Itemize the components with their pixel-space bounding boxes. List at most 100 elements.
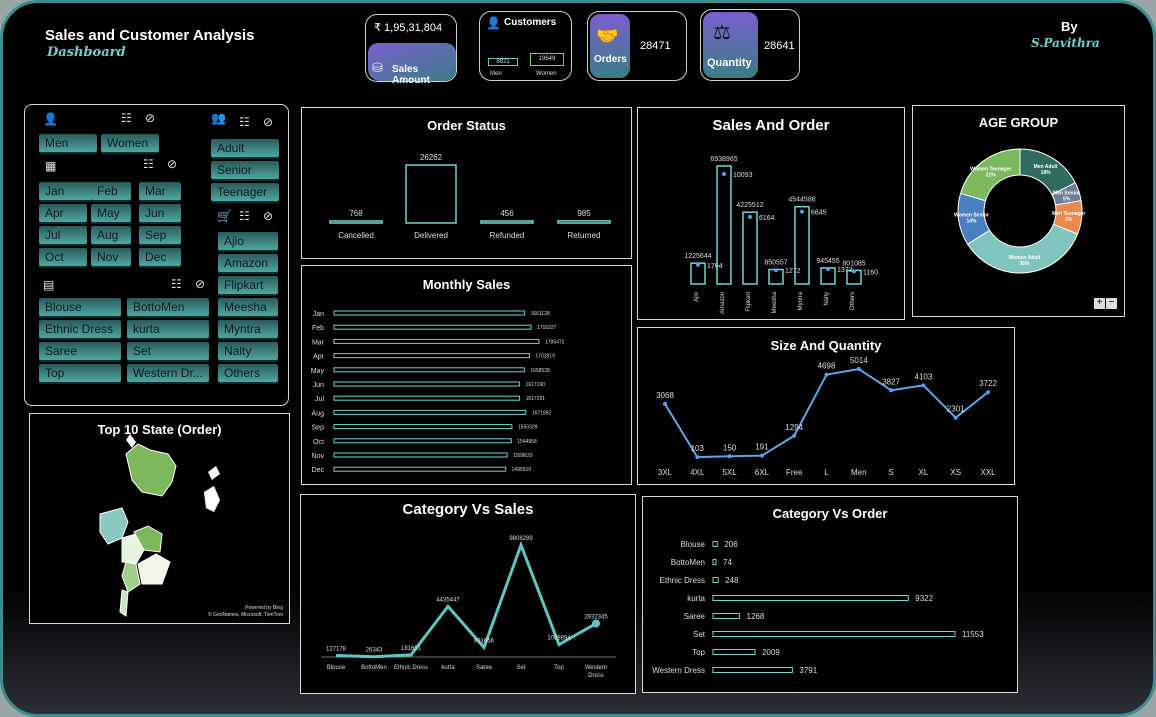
multi-select-icon[interactable]: ☷	[171, 277, 182, 291]
multi-select-icon[interactable]: ☷	[239, 209, 250, 223]
category-order-chart[interactable]: Blouse 206 BottoMen 74 Ethnic Dress 248 kurta 9…	[643, 497, 1019, 694]
monthly-sales-month: Dec	[312, 467, 325, 474]
slicer-channel-flipkart[interactable]: Flipkart	[218, 276, 278, 294]
sales-order-category: Ajio	[694, 291, 700, 302]
order-status-value: 456	[500, 209, 514, 218]
slicer-month-dec[interactable]: Dec	[139, 248, 181, 266]
zoom-out-button[interactable]: −	[1106, 298, 1117, 309]
slicer-category-bottomen[interactable]: BottoMen	[127, 298, 209, 316]
slicer-month-may[interactable]: May	[91, 204, 131, 222]
slicer-channel-nalty[interactable]: Nalty	[218, 342, 278, 360]
sales-order-marker	[748, 214, 752, 219]
category-sales-chart[interactable]: 127178 Blouse 26343 BottoMen 181651 Ethnic Dr…	[301, 495, 637, 695]
category-sales-value: 26343	[366, 648, 383, 654]
multi-select-icon[interactable]: ☷	[239, 115, 250, 129]
slicer-channel-meesha[interactable]: Meesha	[218, 298, 278, 316]
map-credit-bing: Powered by Bing	[245, 605, 283, 611]
slicer-month-feb[interactable]: Feb	[91, 182, 131, 200]
slicer-month-nov[interactable]: Nov	[91, 248, 131, 266]
multi-select-icon[interactable]: ☷	[121, 111, 132, 125]
slicer-month-apr[interactable]: Apr	[39, 204, 87, 222]
monthly-sales-bar	[333, 310, 526, 316]
slicer-channel-ajio[interactable]: Ajio	[218, 232, 278, 250]
customers-card: 👤 Customers 8821 19649 Men Women	[479, 11, 572, 81]
category-order-value: 2009	[762, 648, 780, 657]
sales-order-marker	[800, 209, 804, 214]
clear-filter-icon[interactable]: ⊘	[167, 157, 177, 171]
slicer-channel-amazon[interactable]: Amazon	[218, 254, 278, 272]
slicer-category-top[interactable]: Top	[39, 364, 121, 382]
sales-order-category: Amazon	[720, 292, 726, 314]
slicer-category-ethnic-dress[interactable]: Ethnic Dress	[39, 320, 121, 338]
slicer-month-sep[interactable]: Sep	[139, 226, 181, 244]
group-icon: 👥	[211, 111, 226, 125]
monthly-sales-month: Nov	[312, 453, 325, 460]
slicer-gender-women[interactable]: Women	[101, 134, 159, 152]
sales-amount-label: Sales Amount	[392, 64, 430, 86]
customers-label: Customers	[504, 17, 557, 28]
customers-women-bar: 19649	[530, 53, 564, 66]
slicer-month-aug[interactable]: Aug	[91, 226, 131, 244]
age-group-chart[interactable]: Men Adult18%Men Senior5%Men Teenager9%Wo…	[913, 106, 1126, 318]
quantity-label: Quantity	[707, 57, 752, 69]
order-status-chart[interactable]: 768 Cancelled 26262 Delivered 456 Refunded 985…	[302, 108, 633, 260]
sales-order-order-value: 1764	[707, 263, 723, 270]
slicer-age-adult[interactable]: Adult	[211, 139, 279, 157]
multi-select-icon[interactable]: ☷	[143, 157, 154, 171]
category-order-bar	[712, 577, 719, 583]
slicer-channel-myntra[interactable]: Myntra	[218, 320, 278, 338]
sales-order-panel: Sales And Order 1225644 1764 Ajio 6938965 10…	[637, 107, 905, 320]
state-map[interactable]	[30, 414, 291, 625]
slicer-month-jun[interactable]: Jun	[139, 204, 181, 222]
order-status-category: Cancelled	[338, 231, 374, 240]
sales-order-sales-value: 6938965	[710, 156, 737, 163]
page-title: Sales and Customer Analysis	[45, 27, 255, 44]
size-quantity-marker	[792, 433, 797, 438]
monthly-sales-value: 1544958	[517, 439, 537, 445]
money-bag-icon: ⛁	[372, 60, 383, 75]
clear-filter-icon[interactable]: ⊘	[195, 277, 205, 291]
sales-order-marker	[826, 267, 830, 272]
slicer-category-western-dress[interactable]: Western Dr...	[127, 364, 209, 382]
category-order-value: 11553	[962, 630, 984, 639]
category-order-value: 3791	[799, 666, 817, 675]
customers-men-bar: 8821	[488, 58, 518, 66]
category-order-value: 206	[724, 540, 738, 549]
users-icon: 👤	[486, 16, 501, 30]
clear-filter-icon[interactable]: ⊘	[263, 115, 273, 129]
size-quantity-value: 191	[755, 443, 769, 452]
monthly-sales-month: Feb	[312, 325, 324, 332]
zoom-in-button[interactable]: +	[1094, 298, 1105, 309]
slicer-month-oct[interactable]: Oct	[39, 248, 87, 266]
slicer-month-mar[interactable]: Mar	[139, 182, 181, 200]
category-order-label: Western Dress	[652, 666, 705, 675]
sales-order-sales-value: 4544586	[788, 197, 815, 204]
slicer-month-jul[interactable]: Jul	[39, 226, 87, 244]
size-quantity-marker	[856, 367, 861, 371]
category-order-value: 1268	[747, 612, 765, 621]
size-quantity-size: L	[824, 468, 829, 477]
slicer-category-saree[interactable]: Saree	[39, 342, 121, 360]
slicer-month-jan[interactable]: Jan	[39, 182, 97, 200]
order-status-bar	[557, 220, 611, 224]
category-order-bar	[712, 559, 717, 565]
slicer-age-teenager[interactable]: Teenager	[211, 183, 279, 201]
slicer-age-senior[interactable]: Senior	[211, 161, 279, 179]
age-group-percent: 14%	[966, 219, 977, 225]
slicer-category-kurta[interactable]: kurta	[127, 320, 209, 338]
slicer-channel-others[interactable]: Others	[218, 364, 278, 382]
sales-order-category: Myntra	[798, 291, 804, 310]
sales-order-order-value: 1160	[863, 269, 878, 276]
monthly-sales-chart[interactable]: Jan 1661128 Feb 1716327 Mar 1786472 Apr 1702819…	[302, 266, 633, 486]
sales-order-chart[interactable]: 1225644 1764 Ajio 6938965 10093 Amazon 4225512…	[638, 108, 906, 321]
slicer-category-set[interactable]: Set	[127, 342, 209, 360]
clear-filter-icon[interactable]: ⊘	[145, 111, 155, 125]
slicer-gender-men[interactable]: Men	[39, 134, 97, 152]
dashboard-frame: Sales and Customer Analysis Dashboard By…	[0, 0, 1156, 717]
slicer-category-blouse[interactable]: Blouse	[39, 298, 121, 316]
monthly-sales-value: 1550329	[518, 425, 538, 431]
monthly-sales-value: 1786472	[545, 339, 565, 345]
clear-filter-icon[interactable]: ⊘	[263, 209, 273, 223]
category-sales-label: Top	[554, 665, 564, 671]
size-quantity-chart[interactable]: 3068 3XL 103 4XL 150 5XL 191 6XL 1294 Free 4698 L 50…	[638, 328, 1016, 486]
